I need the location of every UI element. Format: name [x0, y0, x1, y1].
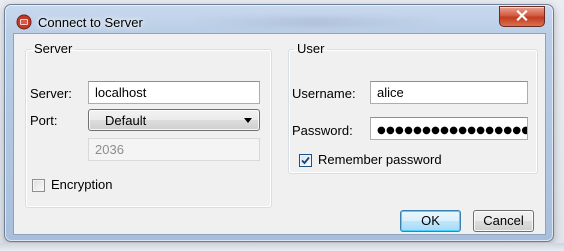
user-group-label: User: [297, 41, 325, 56]
port-label: Port:: [30, 113, 58, 128]
checkmark-icon: [301, 156, 310, 165]
close-icon: [516, 9, 528, 24]
port-number-value: 2036: [95, 142, 124, 157]
port-dropdown-value: Default: [105, 113, 147, 128]
remember-password-label[interactable]: Remember password: [318, 152, 442, 167]
window-title: Connect to Server: [38, 15, 143, 30]
password-input[interactable]: ●●●●●●●●●●●●●●●●●●: [370, 117, 528, 140]
desktop-background-strip: [0, 243, 564, 251]
server-input-value: localhost: [95, 85, 147, 100]
screen: Connect to Server Server Server: localho…: [0, 0, 564, 251]
title-bar[interactable]: Connect to Server: [5, 5, 553, 35]
port-number-input: 2036: [88, 138, 260, 161]
title-bar-glass-reflection: [195, 17, 435, 27]
server-label: Server:: [30, 86, 72, 101]
connect-dialog: Connect to Server Server Server: localho…: [4, 4, 554, 242]
dialog-body: Server Server: localhost Port: Default 2…: [13, 33, 546, 235]
server-group-label: Server: [34, 41, 73, 56]
server-input[interactable]: localhost: [88, 81, 260, 104]
ok-button[interactable]: OK: [400, 210, 461, 232]
cancel-button[interactable]: Cancel: [473, 210, 534, 232]
close-button[interactable]: [499, 6, 545, 27]
username-input-value: alice: [377, 85, 404, 100]
encryption-checkbox[interactable]: [32, 179, 45, 192]
app-icon: [16, 14, 32, 30]
username-label: Username:: [292, 86, 356, 101]
chevron-down-icon: [244, 118, 252, 123]
password-input-value: ●●●●●●●●●●●●●●●●●●: [377, 125, 528, 136]
password-label: Password:: [292, 123, 353, 138]
encryption-label[interactable]: Encryption: [51, 177, 112, 192]
username-input[interactable]: alice: [370, 81, 528, 104]
port-dropdown[interactable]: Default: [88, 109, 260, 131]
remember-password-checkbox[interactable]: [299, 154, 312, 167]
